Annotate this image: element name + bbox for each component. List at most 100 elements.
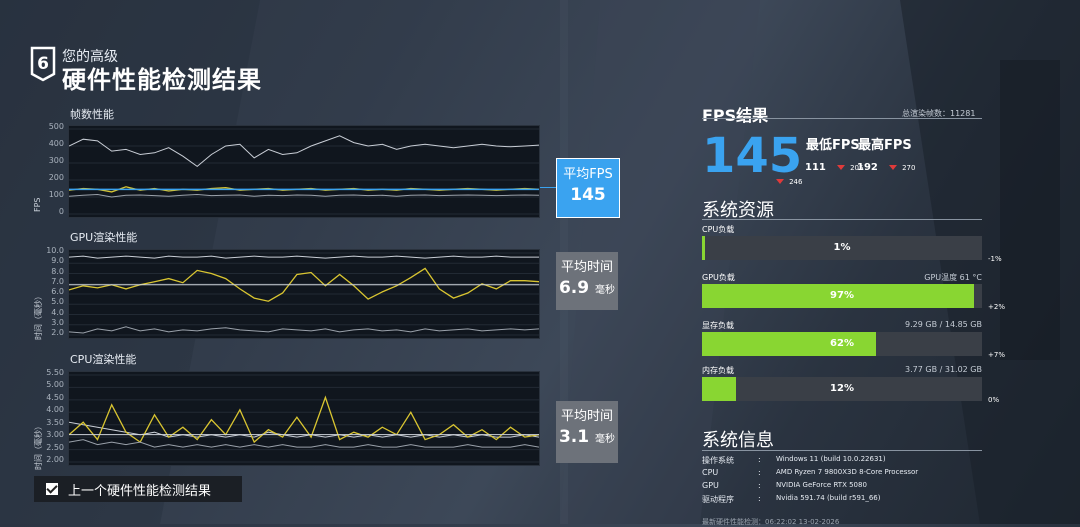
cpu-chart <box>68 371 540 466</box>
cpu-avg-time-box: 平均时间 3.1 毫秒 <box>556 401 618 463</box>
resource-bar: 12% <box>702 377 982 401</box>
sysinfo-row: 操作系统: Windows 11 (build 10.0.22631) <box>702 455 1002 467</box>
sysinfo-value: Windows 11 (build 10.0.22631) <box>776 455 886 463</box>
min-fps: 111 205 <box>805 162 864 173</box>
sysinfo-key: 驱动程序 <box>702 495 734 504</box>
down-arrow-icon <box>836 165 845 170</box>
cpu-y-ticks: 5.50 5.00 4.50 4.00 3.50 3.00 2.50 2.00 <box>42 368 66 464</box>
y-tick-label: 5.50 <box>46 368 64 377</box>
resource-bar: 1% <box>702 236 982 260</box>
divider <box>702 450 982 451</box>
gpu-chart <box>68 249 540 339</box>
gpu-avg-time-box: 平均时间 6.9 毫秒 <box>556 252 618 310</box>
y-tick-label: 2.0 <box>51 328 64 337</box>
gpu-avg-time-value: 6.9 <box>558 278 590 298</box>
fps-y-ticks: 500 400 300 200 100 0 <box>42 122 66 216</box>
resource-extra: 9.29 GB / 14.85 GB <box>905 320 982 329</box>
sysinfo-row: GPU: NVIDIA GeForce RTX 5080 <box>702 481 1002 493</box>
down-arrow-icon <box>888 165 897 170</box>
y-tick-label: 5.0 <box>51 297 64 307</box>
series-line-最高 <box>68 255 539 259</box>
fps-chart-label: 帧数性能 <box>70 108 114 121</box>
sysinfo-value: NVIDIA GeForce RTX 5080 <box>776 481 867 489</box>
sysinfo-list: 操作系统: Windows 11 (build 10.0.22631) CPU: AM… <box>702 455 1002 515</box>
resource-extra: 3.77 GB / 31.02 GB <box>905 365 982 374</box>
avg-fps-label: 平均FPS <box>563 167 613 182</box>
resource-value: 97% <box>830 290 854 301</box>
y-tick-label: 0 <box>58 207 64 216</box>
sysinfo-row: 驱动程序: Nvidia 591.74 (build r591_66) <box>702 494 1002 506</box>
divider <box>702 219 982 220</box>
gpu-chart-plot <box>68 252 540 336</box>
checkbox-checked-icon[interactable] <box>46 483 58 495</box>
resource-delta: -1% <box>988 255 1002 263</box>
resources-list: CPU负载 1% -1% GPU负载 GPU温度 61 °C 97% +2% 显存负载 9.29… <box>702 224 1012 404</box>
max-fps-label: 最高FPS <box>858 138 912 153</box>
resource-extra: GPU温度 61 °C <box>924 273 982 282</box>
fps-y-title: FPS <box>33 197 42 212</box>
resource-delta: +2% <box>988 303 1005 311</box>
down-arrow-icon <box>776 179 784 184</box>
y-tick-label: 400 <box>48 139 64 148</box>
y-tick-label: 500 <box>48 122 64 131</box>
resource-bar: 97% <box>702 284 982 308</box>
y-tick-label: 3.00 <box>46 430 64 440</box>
last-test-time: 最新硬件性能检测：06:22:02 13-02-2026 <box>702 518 840 526</box>
gpu-chart-label: GPU渲染性能 <box>70 231 138 244</box>
y-tick-label: 6.0 <box>51 287 64 296</box>
y-tick-label: 8.0 <box>51 266 64 276</box>
series-line-最低 <box>68 326 540 334</box>
gpu-avg-time-unit: 毫秒 <box>595 285 616 296</box>
fps-result-title: FPS结果 <box>702 106 769 125</box>
y-tick-label: 5.00 <box>46 380 64 390</box>
gpu-y-ticks: 10.0 9.0 8.0 7.0 6.0 5.0 4.0 3.0 2.0 <box>42 246 66 337</box>
fps-chart-plot <box>68 128 540 215</box>
y-tick-label: 100 <box>48 190 64 199</box>
page-title: 硬件性能检测结果 <box>62 66 262 94</box>
prev-result-label: 上一个硬件性能检测结果 <box>68 483 212 499</box>
y-tick-label: 9.0 <box>51 256 64 266</box>
y-tick-label: 2.00 <box>46 455 64 464</box>
sysinfo-separator: : <box>758 481 761 490</box>
cpu-chart-label: CPU渲染性能 <box>70 353 137 366</box>
y-tick-label: 7.0 <box>51 276 64 286</box>
sysinfo-separator: : <box>758 494 761 503</box>
cpu-avg-time-value: 3.1 <box>558 427 590 447</box>
resource-value: 1% <box>833 242 851 253</box>
y-tick-label: 2.50 <box>46 442 64 452</box>
resource-delta: 0% <box>988 396 1000 404</box>
avg-fps-value: 145 <box>570 185 606 205</box>
sysinfo-separator: : <box>758 468 761 477</box>
sysinfo-row: CPU: AMD Ryzen 7 9800X3D 8-Core Processor <box>702 468 1002 480</box>
max-fps: 192 270 <box>857 162 916 173</box>
sysinfo-value: Nvidia 591.74 (build r591_66) <box>776 494 881 502</box>
sysinfo-key: CPU <box>702 468 719 477</box>
resource-value: 12% <box>830 383 854 394</box>
series-line-最高 <box>68 135 540 168</box>
resource-value: 62% <box>830 338 854 349</box>
gpu-avg-time-label: 平均时间 <box>560 260 613 275</box>
resource-label: GPU负载 <box>702 273 735 282</box>
cpu-avg-time-unit: 毫秒 <box>595 434 616 445</box>
resource-bar: 62% <box>702 332 982 356</box>
fps-avg-connector <box>540 187 556 188</box>
y-tick-label: 300 <box>48 156 64 165</box>
level-badge-icon: 6 <box>30 46 56 82</box>
resource-delta: +7% <box>988 351 1005 359</box>
y-tick-label: 10.0 <box>46 246 64 255</box>
badge-number: 6 <box>37 54 49 74</box>
y-tick-label: 3.0 <box>51 317 64 327</box>
cpu-avg-time-label: 平均时间 <box>560 409 613 424</box>
avg-fps-delta: 246 <box>776 169 802 188</box>
sysinfo-title: 系统信息 <box>702 430 774 451</box>
avg-fps-box: 平均FPS 145 <box>556 158 620 218</box>
y-tick-label: 4.0 <box>51 307 64 317</box>
sysinfo-key: GPU <box>702 481 719 490</box>
sysinfo-key: 操作系统 <box>702 456 734 465</box>
divider <box>702 118 982 119</box>
y-tick-label: 200 <box>48 173 64 182</box>
fps-chart <box>68 125 540 218</box>
prev-result-toggle[interactable]: 上一个硬件性能检测结果 <box>34 476 242 502</box>
sysinfo-value: AMD Ryzen 7 9800X3D 8-Core Processor <box>776 468 919 476</box>
resource-label: 显存负载 <box>702 321 734 330</box>
